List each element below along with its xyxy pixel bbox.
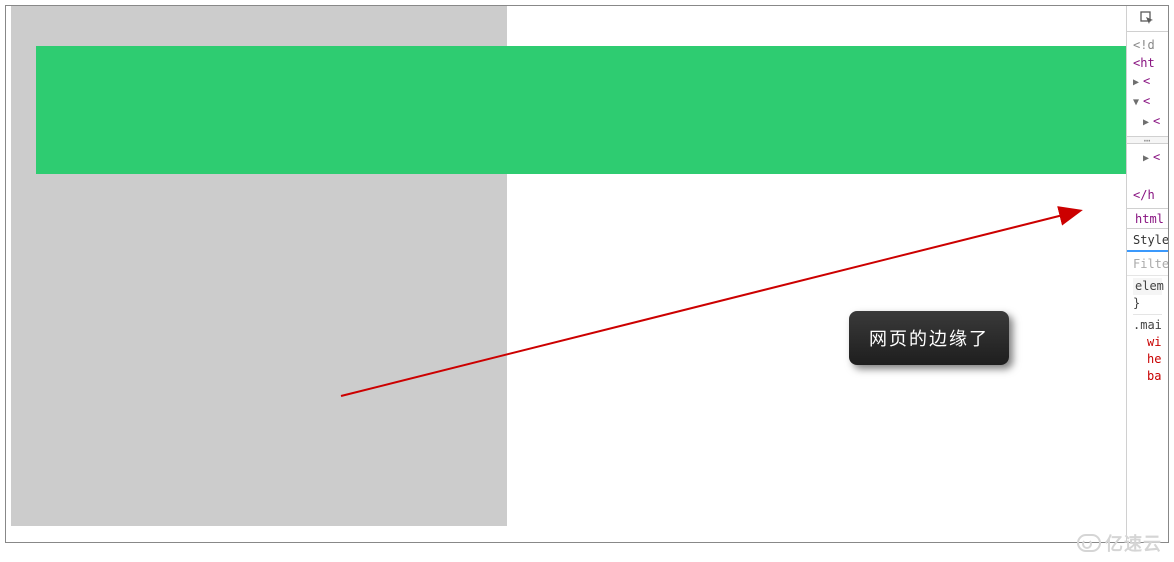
expand-triangle-icon[interactable]: ▶ bbox=[1143, 114, 1153, 132]
expand-triangle-icon[interactable]: ▶ bbox=[1143, 150, 1153, 168]
dom-tree-continued[interactable]: ▶< </h bbox=[1127, 144, 1168, 208]
dom-child-node[interactable]: < bbox=[1143, 74, 1150, 88]
main-selector[interactable]: .mai bbox=[1133, 318, 1162, 332]
expand-triangle-icon[interactable]: ▶ bbox=[1133, 74, 1143, 92]
devtools-panel: <!d <ht ▶< ▼< ▶< ⋯ ▶< </h html Style Fil… bbox=[1126, 6, 1168, 542]
green-header-bar bbox=[36, 46, 1126, 174]
rule-close-brace: } bbox=[1133, 296, 1140, 310]
watermark: 亿速云 bbox=[1077, 530, 1162, 556]
watermark-text: 亿速云 bbox=[1105, 530, 1162, 556]
inspect-element-icon[interactable] bbox=[1139, 11, 1155, 27]
dom-tree[interactable]: <!d <ht ▶< ▼< ▶< bbox=[1127, 32, 1168, 136]
filter-input[interactable]: Filter bbox=[1133, 257, 1168, 271]
doctype-node[interactable]: <!d bbox=[1133, 38, 1155, 52]
styles-pane[interactable]: elem } .mai wi he ba bbox=[1127, 276, 1168, 387]
rendered-page: 网页的边缘了 bbox=[6, 6, 1126, 542]
element-style-selector[interactable]: elem bbox=[1133, 278, 1162, 295]
devtools-toolbar bbox=[1127, 6, 1168, 32]
annotation-text: 网页的边缘了 bbox=[869, 329, 989, 349]
breadcrumb[interactable]: html bbox=[1127, 208, 1168, 228]
dom-child-node[interactable]: < bbox=[1143, 94, 1150, 108]
breadcrumb-item[interactable]: html bbox=[1135, 212, 1164, 226]
watermark-cloud-icon bbox=[1077, 534, 1101, 552]
css-property[interactable]: he bbox=[1133, 351, 1162, 368]
styles-tabs: Style bbox=[1127, 228, 1168, 252]
styles-filter[interactable]: Filter bbox=[1127, 252, 1168, 276]
viewport-frame: 网页的边缘了 <!d <ht ▶< ▼< ▶< ⋯ ▶< </h ht bbox=[5, 5, 1169, 543]
html-open-tag[interactable]: <ht bbox=[1133, 56, 1155, 70]
annotation-tooltip: 网页的边缘了 bbox=[849, 311, 1009, 365]
dom-child-node[interactable]: < bbox=[1153, 114, 1160, 128]
css-property[interactable]: ba bbox=[1133, 368, 1162, 385]
dom-text-node[interactable] bbox=[1149, 170, 1156, 184]
devtools-drag-handle[interactable]: ⋯ bbox=[1127, 136, 1168, 144]
css-property[interactable]: wi bbox=[1133, 334, 1162, 351]
collapse-triangle-icon[interactable]: ▼ bbox=[1133, 94, 1143, 112]
tab-styles[interactable]: Style bbox=[1133, 233, 1168, 247]
dom-child-node[interactable]: < bbox=[1153, 150, 1160, 164]
html-close-tag[interactable]: </h bbox=[1133, 188, 1155, 202]
